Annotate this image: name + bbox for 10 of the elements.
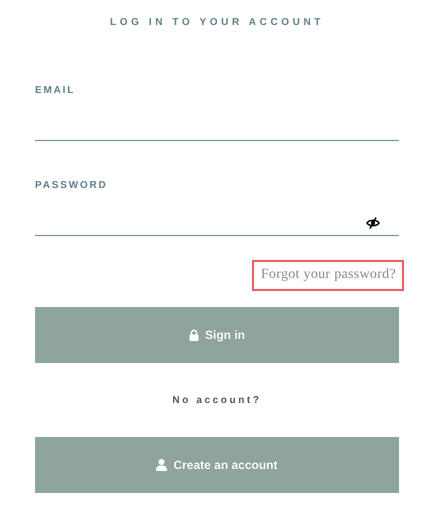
create-account-button[interactable]: Create an account: [35, 437, 399, 493]
user-icon: [156, 459, 168, 471]
form-title: LOG IN TO YOUR ACCOUNT: [108, 17, 326, 28]
sign-in-button[interactable]: Sign in: [35, 307, 399, 363]
no-account-text: No account?: [171, 395, 263, 406]
forgot-password-link[interactable]: Forgot your password?: [252, 260, 404, 291]
lock-icon: [189, 329, 199, 341]
field-label: PASSWORD: [35, 180, 108, 191]
field-label: EMAIL: [35, 85, 76, 96]
eye-slash-icon[interactable]: [366, 217, 380, 229]
